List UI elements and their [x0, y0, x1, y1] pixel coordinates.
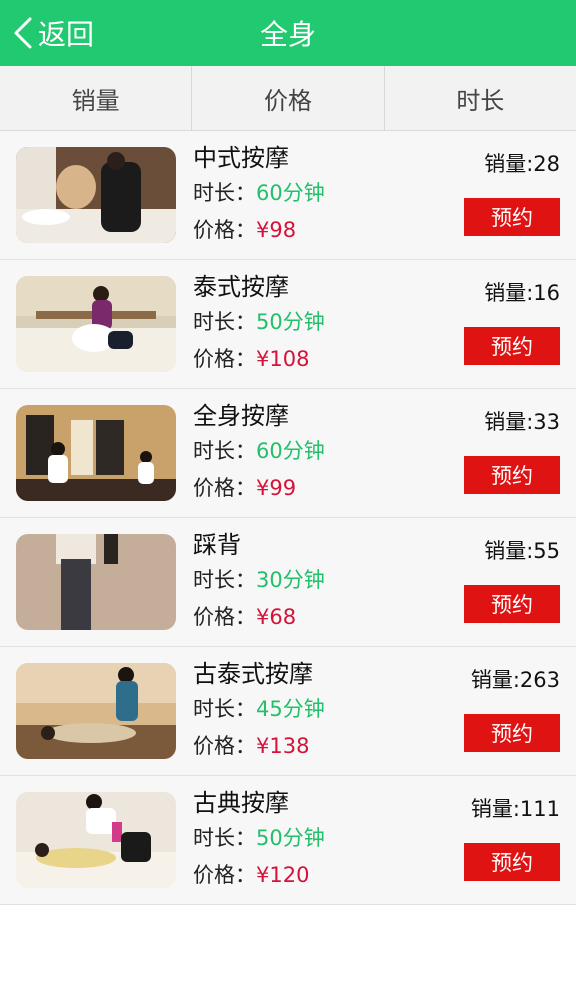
price-label: 价格：	[193, 734, 256, 758]
sort-tab-price[interactable]: 价格	[192, 66, 385, 130]
service-thumbnail	[16, 792, 176, 888]
service-name: 中式按摩	[193, 144, 289, 172]
service-thumbnail	[16, 276, 176, 372]
service-name: 泰式按摩	[193, 273, 289, 301]
duration-label: 时长：	[193, 826, 256, 850]
service-name: 古典按摩	[193, 789, 289, 817]
list-item[interactable]: 踩背 时长：30分钟 价格：¥68 销量:55 预约	[0, 518, 576, 647]
price-value: ¥68	[256, 605, 297, 629]
price-label: 价格：	[193, 218, 256, 242]
book-button[interactable]: 预约	[464, 456, 560, 494]
price-label: 价格：	[193, 476, 256, 500]
duration-value: 45分钟	[256, 697, 325, 721]
service-name: 全身按摩	[193, 402, 289, 430]
price-value: ¥108	[256, 347, 310, 371]
chevron-left-icon	[14, 17, 32, 49]
duration-value: 50分钟	[256, 826, 325, 850]
service-thumbnail	[16, 663, 176, 759]
duration-value: 50分钟	[256, 310, 325, 334]
book-button[interactable]: 预约	[464, 198, 560, 236]
sales-count: 销量:55	[484, 539, 560, 563]
header-bar: 返回 全身	[0, 0, 576, 66]
price-label: 价格：	[193, 347, 256, 371]
list-item[interactable]: 全身按摩 时长：60分钟 价格：¥99 销量:33 预约	[0, 389, 576, 518]
service-list: 中式按摩 时长：60分钟 价格：¥98 销量:28 预约 泰式按摩 时长：50分…	[0, 131, 576, 905]
price-value: ¥138	[256, 734, 310, 758]
sort-tab-duration[interactable]: 时长	[385, 66, 576, 130]
list-item[interactable]: 古泰式按摩 时长：45分钟 价格：¥138 销量:263 预约	[0, 647, 576, 776]
page-title: 全身	[259, 18, 316, 51]
back-button[interactable]: 返回	[12, 0, 94, 66]
duration-value: 30分钟	[256, 568, 325, 592]
price-value: ¥120	[256, 863, 310, 887]
list-item[interactable]: 泰式按摩 时长：50分钟 价格：¥108 销量:16 预约	[0, 260, 576, 389]
sales-count: 销量:33	[484, 410, 560, 434]
price-value: ¥98	[256, 218, 297, 242]
service-thumbnail	[16, 147, 176, 243]
service-name: 古泰式按摩	[193, 660, 313, 688]
sort-tab-sales[interactable]: 销量	[0, 66, 193, 130]
duration-label: 时长：	[193, 439, 256, 463]
duration-value: 60分钟	[256, 181, 325, 205]
book-button[interactable]: 预约	[464, 585, 560, 623]
duration-label: 时长：	[193, 697, 256, 721]
service-name: 踩背	[193, 531, 241, 559]
sales-count: 销量:263	[470, 668, 560, 692]
duration-label: 时长：	[193, 310, 256, 334]
back-label: 返回	[38, 18, 95, 51]
price-value: ¥99	[256, 476, 297, 500]
sales-count: 销量:16	[484, 281, 560, 305]
sales-count: 销量:111	[470, 797, 560, 821]
book-button[interactable]: 预约	[464, 327, 560, 365]
list-item[interactable]: 中式按摩 时长：60分钟 价格：¥98 销量:28 预约	[0, 131, 576, 260]
sort-bar: 销量 价格 时长	[0, 66, 576, 131]
book-button[interactable]: 预约	[464, 714, 560, 752]
price-label: 价格：	[193, 605, 256, 629]
duration-value: 60分钟	[256, 439, 325, 463]
sales-count: 销量:28	[484, 152, 560, 176]
list-item[interactable]: 古典按摩 时长：50分钟 价格：¥120 销量:111 预约	[0, 776, 576, 905]
service-thumbnail	[16, 534, 176, 630]
book-button[interactable]: 预约	[464, 843, 560, 881]
duration-label: 时长：	[193, 181, 256, 205]
duration-label: 时长：	[193, 568, 256, 592]
service-thumbnail	[16, 405, 176, 501]
price-label: 价格：	[193, 863, 256, 887]
